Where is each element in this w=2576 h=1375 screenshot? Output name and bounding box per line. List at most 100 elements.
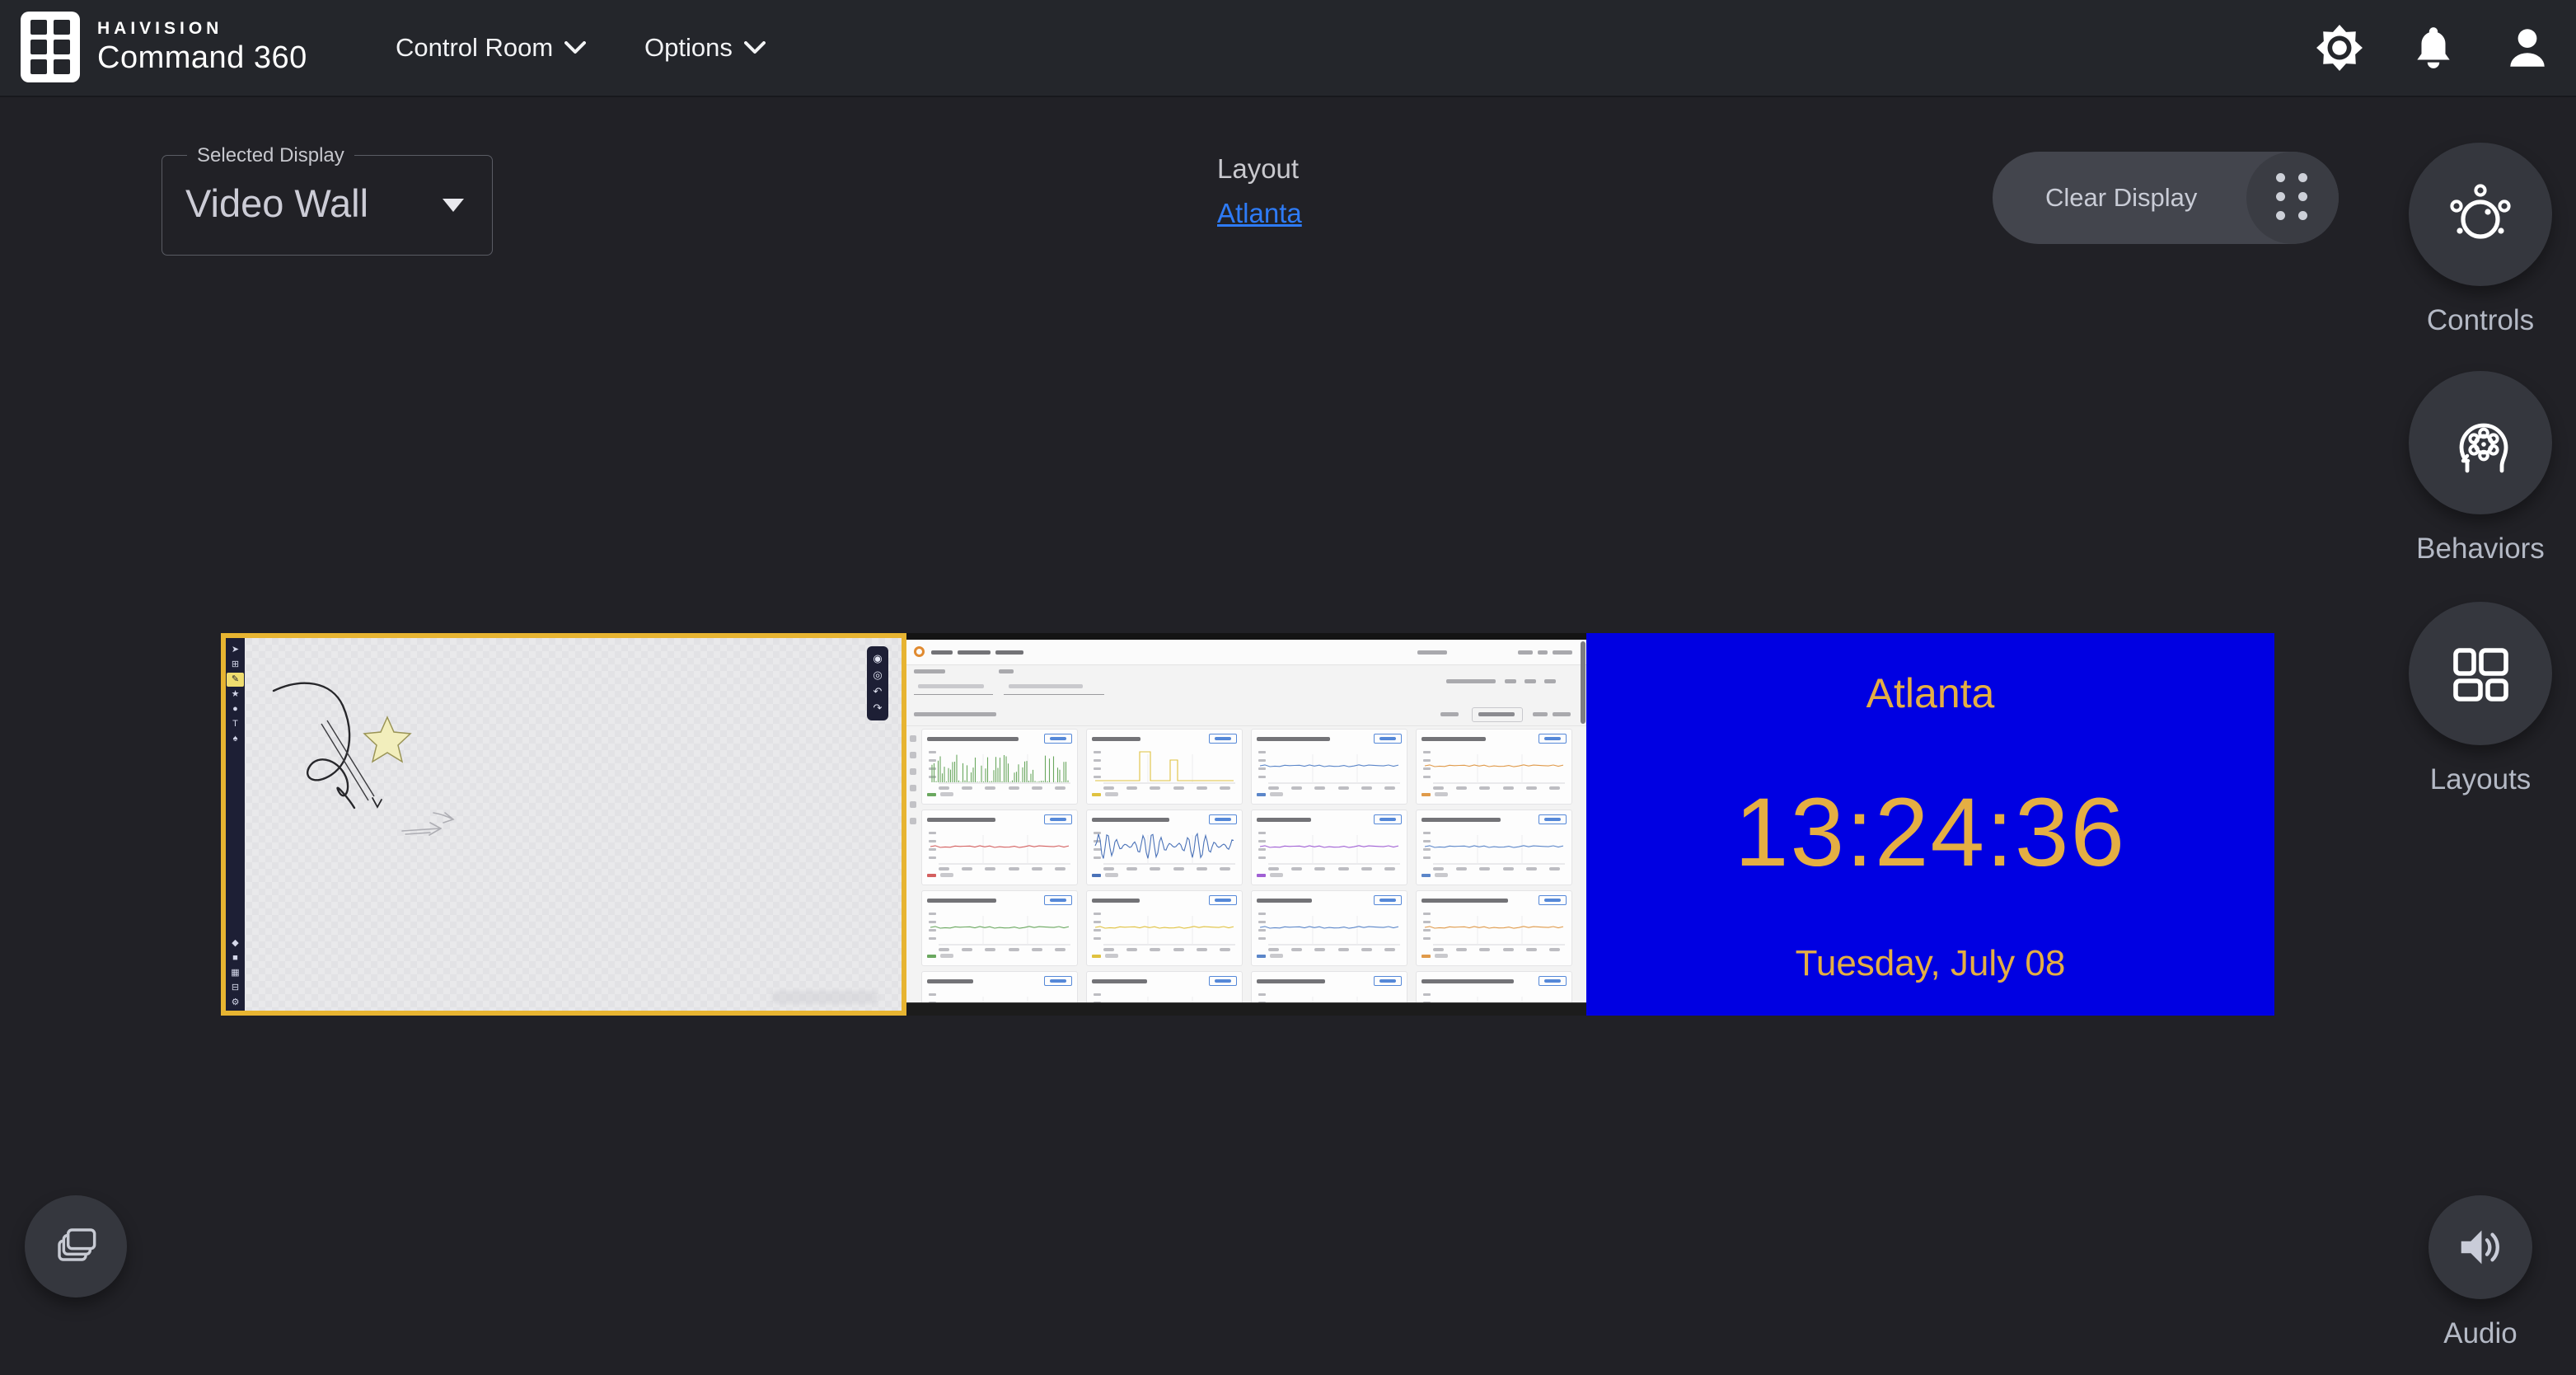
dots-grid-icon: [2276, 173, 2310, 223]
card-chart: [1421, 825, 1567, 866]
selected-display-dropdown[interactable]: Selected Display Video Wall: [162, 155, 493, 256]
card-legend: [1257, 873, 1402, 877]
clock-city: Atlanta: [1866, 669, 1995, 717]
card-info-button: [1209, 814, 1237, 824]
selected-display-label: Selected Display: [187, 144, 354, 167]
menu-control-room[interactable]: Control Room: [396, 0, 586, 96]
dashboard-scrollbar[interactable]: [1581, 641, 1585, 724]
dashboard-card: [1416, 890, 1572, 966]
dashboard-taskbar: [906, 1002, 1586, 1016]
wall-panel-clock[interactable]: Atlanta 13:24:36 Tuesday, July 08: [1586, 633, 2274, 1016]
controls-button[interactable]: [2409, 143, 2552, 286]
wall-panel-whiteboard[interactable]: ➤⊞✎★●T♠ ◆■▦⊟⚙ ◉◎↶↷: [221, 633, 906, 1016]
card-info-button: [1044, 976, 1072, 986]
card-legend: [927, 792, 1072, 796]
whiteboard-toolbar: ➤⊞✎★●T♠ ◆■▦⊟⚙: [226, 638, 245, 1011]
card-info-button: [1539, 895, 1567, 905]
dashboard-card: [1086, 890, 1243, 966]
dashboard-side-rail: [906, 725, 920, 1003]
layouts-label: Layouts: [2357, 763, 2576, 796]
audio-label: Audio: [2357, 1317, 2576, 1350]
card-chart: [927, 906, 1072, 947]
card-chart: [1421, 744, 1567, 786]
card-chart: [1257, 825, 1402, 866]
whiteboard-drawing: [226, 638, 902, 1011]
settings-tool-icon: ⚙: [227, 996, 244, 1010]
head-gear-icon: [2444, 406, 2517, 479]
card-legend: [1257, 792, 1402, 796]
card-legend: [1257, 954, 1402, 958]
video-wall-preview: ➤⊞✎★●T♠ ◆■▦⊟⚙ ◉◎↶↷: [221, 633, 2274, 1016]
dashboard-card: [921, 729, 1078, 805]
layers-icon: [49, 1220, 102, 1273]
layout-grid-icon: [2444, 637, 2517, 710]
card-legend: [1092, 954, 1237, 958]
clock-date: Tuesday, July 08: [1796, 943, 2066, 984]
top-bar: HAIVISION Command 360 Control Room Optio…: [0, 0, 2576, 97]
menu-control-room-label: Control Room: [396, 33, 553, 63]
behaviors-label: Behaviors: [2357, 533, 2576, 565]
clock-time: 13:24:36: [1735, 777, 2126, 889]
card-legend: [1092, 873, 1237, 877]
card-info-button: [1539, 734, 1567, 744]
card-info-button: [1539, 814, 1567, 824]
card-info-button: [1374, 734, 1402, 744]
dashboard-toolbar: [906, 704, 1586, 726]
undo-icon: ↶: [873, 683, 883, 700]
menu-options[interactable]: Options: [644, 0, 766, 96]
redo-icon: ↷: [873, 700, 883, 716]
menu-options-label: Options: [644, 33, 733, 63]
card-legend: [1092, 792, 1237, 796]
connector-tool-icon: ⊟: [227, 981, 244, 995]
dashboard-card: [1416, 810, 1572, 885]
card-info-button: [1374, 895, 1402, 905]
card-info-button: [1209, 734, 1237, 744]
dashboard-card: [921, 810, 1078, 885]
dropdown-caret-icon: [443, 199, 464, 212]
card-chart: [1092, 744, 1237, 786]
card-chart: [1092, 906, 1237, 947]
settings-icon[interactable]: [2316, 24, 2363, 72]
wall-panel-dashboard[interactable]: [906, 633, 1586, 1016]
speaker-icon: [2454, 1221, 2507, 1274]
user-icon[interactable]: [2503, 24, 2551, 72]
audio-button[interactable]: [2428, 1195, 2532, 1299]
whiteboard-watermark: [771, 991, 878, 1004]
fit-view-icon: ◉: [873, 650, 882, 667]
layout-info: Layout Atlanta: [1217, 153, 1302, 229]
dashboard-filters: [906, 664, 1586, 702]
controls-label: Controls: [2357, 304, 2576, 337]
card-legend: [1421, 954, 1567, 958]
card-info-button: [1209, 895, 1237, 905]
star-tool-icon: ★: [227, 688, 244, 702]
clear-display-button[interactable]: Clear Display: [1993, 152, 2339, 244]
card-chart: [927, 825, 1072, 866]
select-tool-icon: ⊞: [227, 658, 244, 672]
zoom-icon: ◎: [873, 667, 882, 683]
card-legend: [927, 873, 1072, 877]
dashboard-window-chrome: [906, 633, 1586, 640]
dashboard-card: [1251, 890, 1407, 966]
scenes-button[interactable]: [25, 1195, 127, 1298]
brand: HAIVISION Command 360: [20, 10, 307, 84]
top-icon-group: [2316, 0, 2551, 96]
dashboard-card: [1086, 729, 1243, 805]
notifications-icon[interactable]: [2410, 24, 2457, 72]
dashboard-grid: [921, 729, 1572, 1016]
eraser-tool-icon: ♠: [227, 732, 244, 746]
card-info-button: [1044, 814, 1072, 824]
card-info-button: [1374, 814, 1402, 824]
layout-link[interactable]: Atlanta: [1217, 198, 1302, 229]
dashboard-card: [1086, 810, 1243, 885]
rail-item-behaviors: Behaviors: [2357, 371, 2576, 565]
dashboard-card: [1416, 729, 1572, 805]
dashboard-logo-icon: [914, 646, 925, 657]
rail-item-controls: Controls: [2357, 143, 2576, 337]
card-info-button: [1209, 976, 1237, 986]
behaviors-button[interactable]: [2409, 371, 2552, 514]
drag-handle[interactable]: [2246, 152, 2339, 244]
shape-tool-icon: ●: [227, 702, 244, 716]
dashboard-card: [921, 890, 1078, 966]
chevron-down-icon: [744, 41, 766, 54]
layouts-button[interactable]: [2409, 602, 2552, 745]
